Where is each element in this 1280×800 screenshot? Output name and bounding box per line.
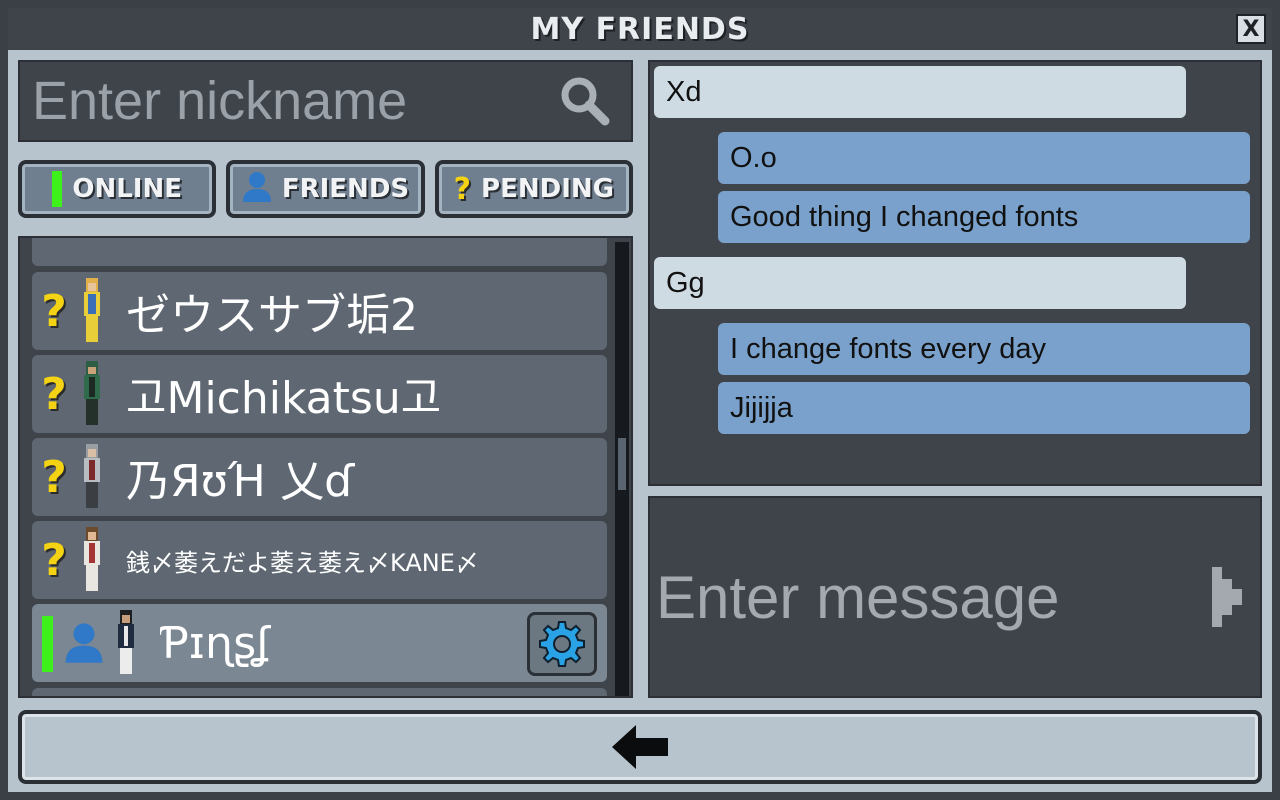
back-button[interactable] xyxy=(18,710,1262,784)
friends-list[interactable]: ? ゼウスサブ垢2 ? 고Michikatsu고 ? 乃ЯʊΉ 乂ɗ ? 銭〆萎… xyxy=(18,236,633,698)
close-button[interactable]: X xyxy=(1236,14,1266,44)
tab-pending[interactable]: ? PENDING xyxy=(434,160,633,218)
avatar xyxy=(84,361,100,425)
avatar xyxy=(84,527,100,591)
list-item[interactable]: ? ゼウスサブ垢2 xyxy=(32,272,607,350)
tab-friends[interactable]: FRIENDS xyxy=(226,160,425,218)
friend-icon xyxy=(242,171,272,207)
question-icon: ? xyxy=(453,171,472,207)
filter-tabs: ONLINE FRIENDS ? PENDING xyxy=(18,160,633,220)
nickname-search[interactable]: Enter nickname xyxy=(18,60,633,142)
tab-pending-label: PENDING xyxy=(481,174,614,204)
scrollbar-thumb[interactable] xyxy=(618,438,626,490)
avatar xyxy=(118,610,134,674)
message-incoming: Gg xyxy=(654,257,1186,309)
tab-online-label: ONLINE xyxy=(72,174,182,204)
list-item-partial[interactable] xyxy=(32,688,607,696)
scrollbar[interactable] xyxy=(615,242,629,696)
online-indicator-icon xyxy=(42,616,53,672)
list-item-partial[interactable] xyxy=(32,238,607,266)
friend-name: Ƥɪɳʂʆ xyxy=(160,617,271,669)
send-icon[interactable] xyxy=(1208,565,1248,629)
avatar xyxy=(84,444,100,508)
pending-status-icon: ? xyxy=(41,285,67,337)
window-title: MY FRIENDS xyxy=(530,11,750,47)
pending-status-icon: ? xyxy=(41,451,67,503)
friend-settings-button[interactable] xyxy=(527,612,597,676)
message-incoming: Xd xyxy=(654,66,1186,118)
list-item[interactable]: ? 고Michikatsu고 xyxy=(32,355,607,433)
friends-window: MY FRIENDS X Enter nickname ONLINE FRIEN… xyxy=(0,0,1280,800)
list-item[interactable]: ? 乃ЯʊΉ 乂ɗ xyxy=(32,438,607,516)
search-icon[interactable] xyxy=(555,71,615,131)
message-outgoing: Jijijja xyxy=(718,382,1250,434)
friend-name: 乃ЯʊΉ 乂ɗ xyxy=(126,456,355,507)
friend-icon xyxy=(62,622,106,664)
search-input[interactable]: Enter nickname xyxy=(20,70,555,132)
message-composer[interactable]: Enter message xyxy=(648,496,1262,698)
list-item[interactable]: ? 銭〆萎えだよ萎え萎え〆KANE〆 xyxy=(32,521,607,599)
avatar xyxy=(84,278,100,342)
message-outgoing: O.o xyxy=(718,132,1250,184)
friend-name: 고Michikatsu고 xyxy=(126,373,442,424)
online-indicator-icon xyxy=(52,171,63,207)
message-input[interactable]: Enter message xyxy=(650,563,1208,632)
tab-online[interactable]: ONLINE xyxy=(18,160,217,218)
back-arrow-icon xyxy=(612,725,668,769)
pending-status-icon: ? xyxy=(41,534,67,586)
title-bar: MY FRIENDS X xyxy=(8,8,1272,50)
message-outgoing: Good thing I changed fonts xyxy=(718,191,1250,243)
gear-icon xyxy=(539,621,585,667)
list-item-selected[interactable]: Ƥɪɳʂʆ xyxy=(32,604,607,682)
tab-friends-label: FRIENDS xyxy=(281,174,410,204)
chat-history[interactable]: Xd O.o Good thing I changed fonts Gg I c… xyxy=(648,60,1262,486)
friend-name: ゼウスサブ垢2 xyxy=(126,290,418,341)
message-outgoing: I change fonts every day xyxy=(718,323,1250,375)
pending-status-icon: ? xyxy=(41,368,67,420)
friend-name: 銭〆萎えだよ萎え萎え〆KANE〆 xyxy=(126,548,479,577)
